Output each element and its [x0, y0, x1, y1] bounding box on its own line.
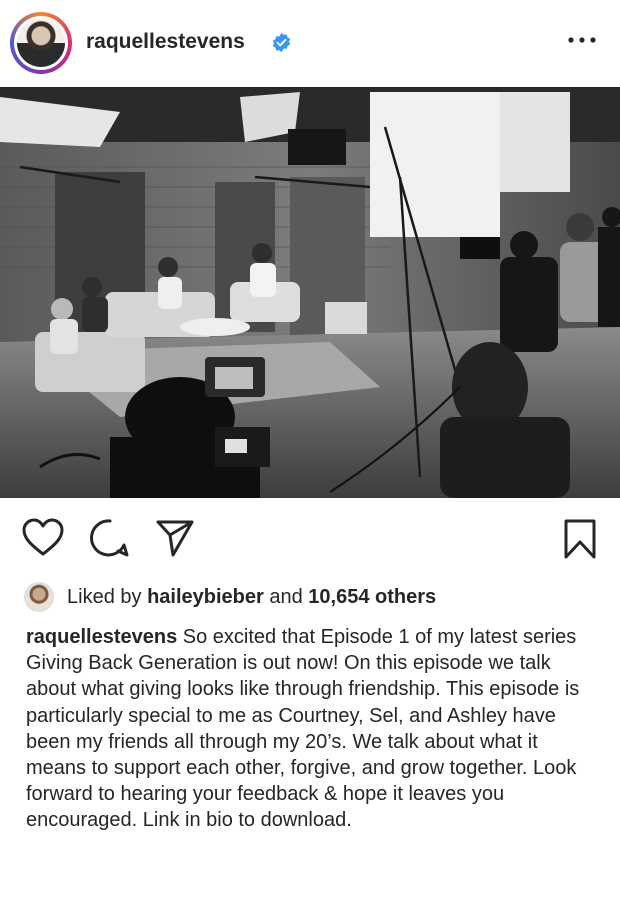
verified-badge-icon [272, 32, 291, 53]
liker-avatar [24, 582, 54, 612]
caption-author[interactable]: raquellestevens [26, 626, 177, 648]
action-bar [0, 508, 620, 568]
comment-icon[interactable] [90, 518, 130, 558]
post-caption: raquellestevens So excited that Episode … [26, 624, 601, 834]
avatar-image [14, 16, 68, 70]
post-image[interactable] [0, 87, 620, 498]
caption-text: So excited that Episode 1 of my latest s… [26, 626, 580, 832]
bookmark-icon[interactable] [563, 518, 597, 560]
username[interactable]: raquellestevens [86, 30, 245, 54]
likes-summary[interactable]: Liked by haileybieber and 10,654 others [24, 582, 436, 612]
post-header: raquellestevens [0, 0, 620, 86]
share-icon[interactable] [155, 518, 195, 558]
avatar[interactable] [10, 12, 72, 74]
liker-username[interactable]: haileybieber [147, 586, 264, 609]
heart-icon[interactable] [22, 518, 64, 558]
likes-prefix: Liked by [67, 585, 142, 608]
more-options-icon[interactable] [566, 30, 598, 50]
likes-count[interactable]: 10,654 others [308, 586, 436, 609]
likes-conjunction: and [269, 585, 303, 608]
